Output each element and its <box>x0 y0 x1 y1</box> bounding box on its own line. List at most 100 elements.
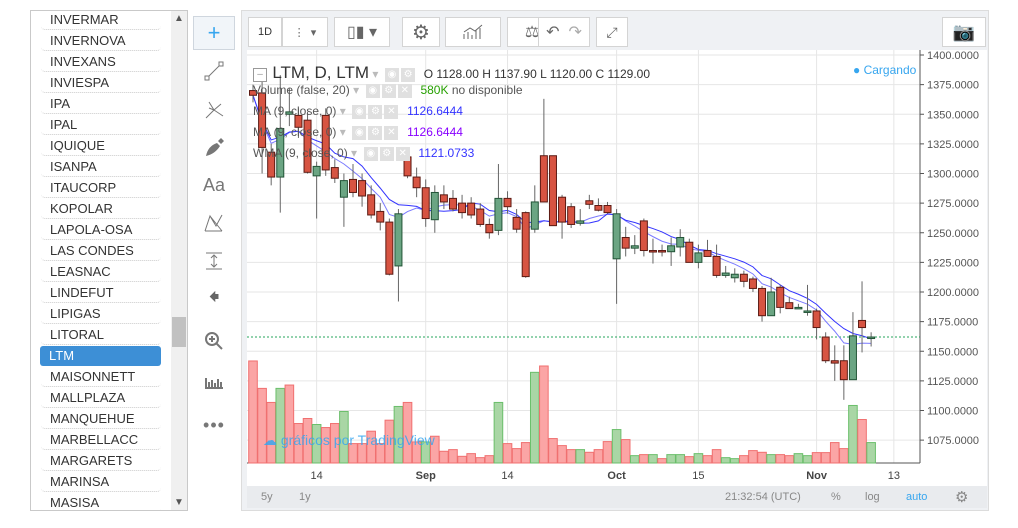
symbol-item[interactable]: LIPIGAS <box>41 304 161 324</box>
more-icon[interactable]: ••• <box>193 408 235 442</box>
close-icon[interactable]: ✕ <box>397 83 412 98</box>
symbol-item[interactable]: INVERMAR <box>41 11 161 30</box>
candle <box>721 272 730 276</box>
volume-bar <box>748 450 758 464</box>
volume-bar <box>611 429 622 464</box>
symbol-item[interactable]: MANQUEHUE <box>41 409 161 429</box>
open-label: O <box>423 67 434 81</box>
interval-button[interactable]: 1D <box>248 17 282 47</box>
pattern-icon[interactable] <box>193 206 235 240</box>
brush-icon[interactable] <box>193 130 235 164</box>
symbol-item[interactable]: MALLPLAZA <box>41 388 161 408</box>
scroll-down-icon[interactable]: ▼ <box>171 497 187 508</box>
symbol-item[interactable]: ISANPA <box>41 157 161 177</box>
volume-bar <box>775 454 786 464</box>
scrollbar[interactable]: ▲ ▼ <box>171 11 187 510</box>
candle <box>776 286 785 308</box>
volume-bar <box>848 404 858 464</box>
measure-icon[interactable] <box>193 244 235 278</box>
candle <box>503 197 512 208</box>
x-tick-label: 15 <box>692 470 704 482</box>
candle <box>630 245 639 249</box>
symbol-item[interactable]: KOPOLAR <box>41 199 161 219</box>
chart-pane[interactable]: 1400.0000 1375.0000 1350.0000 1325.0000 1300… <box>247 50 987 486</box>
candle <box>658 250 667 253</box>
percent-button[interactable]: % <box>831 491 841 503</box>
indicator-name: Volume (false, 20) <box>253 83 350 97</box>
volume-bar <box>711 449 722 464</box>
redo-icon[interactable]: ↷ <box>568 22 581 42</box>
symbol-item[interactable]: MASISA <box>41 493 161 510</box>
interval-dropdown[interactable]: ⋮ ▾ <box>282 17 328 47</box>
scroll-up-icon[interactable]: ▲ <box>171 13 187 24</box>
arrow-left-icon[interactable]: 🠸 <box>193 282 235 316</box>
symbol-item[interactable]: ITAUCORP <box>41 178 161 198</box>
symbol-item[interactable]: IPAL <box>41 115 161 135</box>
volume-bar <box>520 442 531 464</box>
gear-icon[interactable]: ⚙ <box>401 67 416 82</box>
volume-bar <box>248 360 258 464</box>
symbol-item[interactable]: LEASNAC <box>41 262 161 282</box>
volume-bar <box>548 438 558 464</box>
symbol-item[interactable]: LTM <box>40 346 161 366</box>
indicator-name: MA (9, close, 0) <box>253 104 337 118</box>
symbol-item[interactable]: LINDEFUT <box>41 283 161 303</box>
symbol-item[interactable]: LITORAL <box>41 325 161 345</box>
chart-type-button[interactable]: ▯▮ ▾ <box>334 17 390 47</box>
symbol-item[interactable]: INVEXANS <box>41 52 161 72</box>
volume-bar <box>720 457 731 464</box>
eye-icon[interactable]: ◉ <box>385 67 400 82</box>
tradingview-watermark[interactable]: ☁ gráficos por TradingView <box>263 432 435 449</box>
zoom-in-icon[interactable] <box>193 324 235 358</box>
close-icon[interactable]: ✕ <box>384 125 399 140</box>
auto-button[interactable]: auto <box>906 491 927 503</box>
symbol-item[interactable]: MARINSA <box>41 472 161 492</box>
volume-bar <box>802 455 813 464</box>
symbol-item[interactable]: IPA <box>41 94 161 114</box>
indicators-icon[interactable] <box>445 17 501 47</box>
volume-bar <box>566 449 576 464</box>
volume-bar <box>820 452 831 464</box>
symbol-list[interactable]: INVERMAR INVERNOVA INVEXANS INVIESPA IPA IPAL… <box>30 10 188 511</box>
collapse-icon[interactable]: – <box>253 67 267 82</box>
crosshair-icon[interactable]: + <box>193 16 235 50</box>
symbol-item[interactable]: INVIESPA <box>41 73 161 93</box>
candle <box>748 278 757 289</box>
candle <box>858 319 867 329</box>
candle <box>603 204 612 214</box>
fullscreen-icon[interactable]: ⤢ <box>596 17 628 47</box>
range-5y-button[interactable]: 5y <box>261 491 273 503</box>
text-icon[interactable]: Aa <box>193 168 235 202</box>
log-button[interactable]: log <box>865 491 880 503</box>
trend-line-icon[interactable] <box>193 54 235 88</box>
close-icon[interactable]: ✕ <box>384 104 399 119</box>
range-1y-button[interactable]: 1y <box>299 491 311 503</box>
camera-icon[interactable]: 📷 <box>942 17 986 47</box>
ruler-icon[interactable] <box>193 364 235 398</box>
symbol-item[interactable]: LAS CONDES <box>41 241 161 261</box>
candle <box>312 165 321 177</box>
symbol-item[interactable]: INVERNOVA <box>41 31 161 51</box>
undo-icon[interactable]: ↶ <box>546 22 559 42</box>
volume-bar <box>766 454 776 464</box>
symbol-item[interactable]: LAPOLA-OSA <box>41 220 161 240</box>
candle <box>439 194 448 203</box>
symbol-item[interactable]: MARBELLACC <box>41 430 161 450</box>
volume-bar <box>593 449 604 464</box>
pitchfork-icon[interactable] <box>193 92 235 126</box>
loading-status: ● Cargando <box>853 63 917 77</box>
candle <box>703 250 712 257</box>
close-icon[interactable]: ✕ <box>395 146 410 161</box>
settings-icon[interactable]: ⚙ <box>955 488 968 506</box>
settings-gear-icon[interactable]: ⚙ <box>402 17 440 47</box>
volume-bar <box>639 454 649 464</box>
symbol-item[interactable]: IQUIQUE <box>41 136 161 156</box>
volume-bar <box>539 365 549 464</box>
scrollbar-thumb[interactable] <box>172 317 186 347</box>
candle <box>467 202 476 216</box>
symbol-item[interactable]: MAISONNETT <box>41 367 161 387</box>
candle <box>758 287 767 317</box>
candle <box>421 187 430 220</box>
symbol-item[interactable]: MARGARETS <box>41 451 161 471</box>
candle <box>839 360 848 381</box>
